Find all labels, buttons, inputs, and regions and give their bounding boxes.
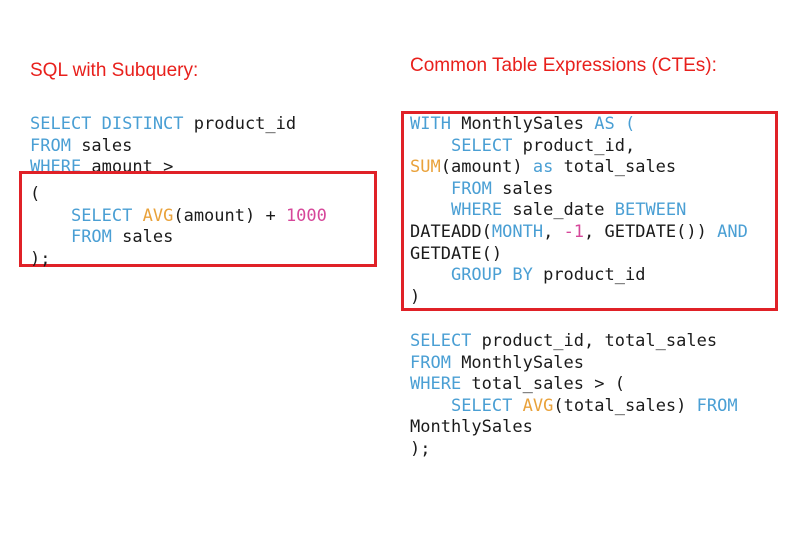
code-line: SELECT product_id, (410, 136, 748, 158)
sql-text: (total_sales) (553, 395, 697, 416)
sql-keyword: GROUP BY (450, 265, 533, 286)
code-line: SELECT product_id, total_sales (410, 331, 738, 353)
code-line: ); (30, 249, 327, 271)
sql-keyword: FROM (30, 135, 71, 156)
sql-keyword: FROM (70, 227, 112, 248)
sql-function: AVG (142, 205, 174, 226)
cte-main-query-code: SELECT product_id, total_sales FROM Month… (410, 331, 738, 461)
sql-text: sale_date (502, 200, 615, 221)
sql-text: ( (30, 184, 41, 204)
sql-text: DATEADD( (410, 221, 492, 242)
sql-keyword: FROM (450, 178, 492, 199)
sql-text: product_id, total_sales (471, 331, 718, 351)
comparison-canvas: SQL with Subquery: SELECT DISTINCT produ… (0, 0, 800, 554)
code-line: FROM sales (30, 136, 296, 158)
sql-keyword: SELECT (70, 205, 133, 226)
sql-text: MonthlySales (410, 417, 533, 438)
sql-function: SUM (410, 157, 441, 178)
sql-text: total_sales (553, 157, 677, 178)
sql-text: product_id (183, 114, 297, 134)
code-line: FROM sales (30, 227, 327, 249)
sql-keyword: WHERE (410, 374, 462, 395)
sql-text: , (543, 221, 564, 242)
sql-text: sales (70, 135, 133, 156)
code-line: DATEADD(MONTH, -1, GETDATE()) AND (410, 222, 748, 244)
sql-number: -1 (563, 221, 585, 242)
code-line: WITH MonthlySales AS ( (410, 114, 748, 136)
code-line: WHERE total_sales > ( (410, 374, 738, 396)
cte-definition-code: WITH MonthlySales AS ( SELECT product_id… (410, 114, 748, 308)
sql-keyword: AND (717, 221, 748, 242)
sql-keyword: WHERE (450, 200, 503, 221)
sql-keyword: BETWEEN (614, 200, 687, 221)
subquery-heading: SQL with Subquery: (30, 60, 199, 81)
code-line: FROM MonthlySales (410, 353, 738, 375)
sql-keyword: SELECT DISTINCT (30, 114, 184, 134)
sql-text: product_id (532, 265, 646, 286)
sql-keyword: SELECT (410, 331, 472, 351)
code-line: WHERE sale_date BETWEEN (410, 200, 748, 222)
code-line: ( (30, 184, 327, 206)
sql-text: (amount) + (173, 205, 286, 226)
code-line: ); (410, 439, 738, 461)
sql-text: total_sales > ( (461, 374, 625, 395)
code-line: GETDATE() (410, 244, 748, 266)
code-line: MonthlySales (410, 417, 738, 439)
sql-text: MonthlySales (450, 114, 595, 134)
sql-keyword: as (532, 157, 554, 178)
code-line: GROUP BY product_id (410, 265, 748, 287)
sql-text: GETDATE() (410, 243, 503, 264)
code-line: FROM sales (410, 179, 748, 201)
code-line: SELECT AVG(amount) + 1000 (30, 206, 327, 228)
sql-text: ) (410, 286, 421, 307)
sql-text: ); (410, 438, 431, 459)
code-line: SELECT AVG(total_sales) FROM (410, 396, 738, 418)
sql-number: 1000 (285, 205, 327, 226)
cte-heading: Common Table Expressions (CTEs): (410, 55, 717, 76)
sql-keyword: SELECT (450, 395, 513, 416)
sql-text: MonthlySales (450, 352, 585, 373)
sql-text: ); (30, 248, 51, 269)
sql-keyword: WITH (410, 114, 451, 134)
code-line: ) (410, 287, 748, 309)
sql-keyword: FROM (696, 395, 738, 416)
code-line: SUM(amount) as total_sales (410, 157, 748, 179)
sql-keyword: MONTH (491, 221, 544, 242)
sql-keyword: FROM (410, 352, 451, 373)
sql-text: product_id, (512, 135, 636, 156)
sql-function: AVG (522, 395, 554, 416)
sql-text: , GETDATE()) (584, 221, 718, 242)
sql-text: (amount) (440, 157, 533, 178)
sql-text: sales (111, 227, 174, 248)
sql-text: sales (491, 178, 554, 199)
sql-keyword: AS ( (594, 114, 636, 134)
code-line: SELECT DISTINCT product_id (30, 114, 296, 136)
sql-keyword: SELECT (450, 135, 513, 156)
subquery-code: ( SELECT AVG(amount) + 1000 FROM sales); (30, 184, 327, 270)
outer-query-code: SELECT DISTINCT product_id FROM sales WHER… (30, 114, 296, 179)
